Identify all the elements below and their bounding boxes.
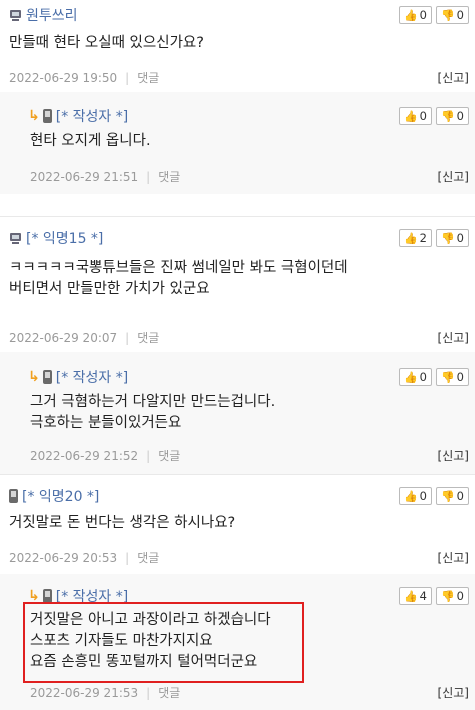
upvote-button[interactable]: 👍 0 xyxy=(398,6,432,24)
thumb-down-icon: 👎 xyxy=(440,370,455,384)
author-name[interactable]: [* 익명20 *] xyxy=(22,486,99,506)
mobile-icon xyxy=(9,489,18,503)
comment-time: 2022-06-29 21:52 xyxy=(30,448,139,463)
report-link[interactable]: [신고] xyxy=(438,69,469,86)
report-link[interactable]: [신고] xyxy=(438,168,469,185)
comment-text: 현타 오지게 옵니다. xyxy=(30,133,151,149)
thumb-down-icon: 👎 xyxy=(440,589,455,603)
comment-text: 만들때 현타 오실때 있으신가요? xyxy=(9,35,204,51)
upvote-button[interactable]: 👍 0 xyxy=(398,368,432,386)
report-link[interactable]: [신고] xyxy=(438,447,469,464)
thumb-up-icon: 👍 xyxy=(403,589,418,603)
upvote-button[interactable]: 👍 0 xyxy=(398,487,432,505)
highlight-box xyxy=(23,602,304,683)
mobile-icon xyxy=(42,589,52,603)
comment-author[interactable]: [* 익명20 *] xyxy=(9,486,99,506)
comment-author[interactable]: 원투쓰리 xyxy=(9,5,78,25)
divider: | xyxy=(146,685,151,700)
comment-meta: 2022-06-29 20:07 | 댓글 xyxy=(9,329,159,346)
comment-time: 2022-06-29 20:07 xyxy=(9,330,118,345)
pc-icon xyxy=(9,9,22,22)
thumb-down-icon: 👎 xyxy=(440,231,455,245)
vote-group: 👍 4 👎 0 xyxy=(398,587,469,605)
comment-meta: 2022-06-29 20:53 | 댓글 xyxy=(9,549,159,566)
divider: | xyxy=(125,550,130,565)
downvote-button[interactable]: 👎 0 xyxy=(435,487,469,505)
report-link[interactable]: [신고] xyxy=(438,549,469,566)
author-name[interactable]: [* 작성자 *] xyxy=(56,106,128,126)
comment-author[interactable]: [* 익명15 *] xyxy=(9,228,103,248)
vote-group: 👍 0 👎 0 xyxy=(398,6,469,24)
vote-group: 👍 0 👎 0 xyxy=(398,368,469,386)
thumb-up-icon: 👍 xyxy=(403,8,418,22)
thumb-down-icon: 👎 xyxy=(440,109,455,123)
report-link[interactable]: [신고] xyxy=(438,684,469,701)
reply-link[interactable]: 댓글 xyxy=(137,549,159,566)
downvote-button[interactable]: 👎 0 xyxy=(435,368,469,386)
upvote-button[interactable]: 👍 2 xyxy=(398,229,432,247)
vote-group: 👍 2 👎 0 xyxy=(398,229,469,247)
downvote-button[interactable]: 👎 0 xyxy=(435,107,469,125)
vote-group: 👍 0 👎 0 xyxy=(398,487,469,505)
comment-meta: 2022-06-29 21:51 | 댓글 xyxy=(30,168,180,185)
comment-time: 2022-06-29 19:50 xyxy=(9,70,118,85)
pc-icon xyxy=(9,232,22,245)
downvote-button[interactable]: 👎 0 xyxy=(435,6,469,24)
vote-group: 👍 0 👎 0 xyxy=(398,107,469,125)
thumb-up-icon: 👍 xyxy=(403,370,418,384)
author-name[interactable]: [* 작성자 *] xyxy=(56,367,128,387)
comment-meta: 2022-06-29 21:52 | 댓글 xyxy=(30,447,180,464)
thumb-down-icon: 👎 xyxy=(440,489,455,503)
comment-text: 그거 극혐하는거 다알지만 만드는겁니다. 극호하는 분들이있거든요 xyxy=(30,394,276,431)
upvote-button[interactable]: 👍 4 xyxy=(398,587,432,605)
comment-meta: 2022-06-29 19:50 | 댓글 xyxy=(9,69,159,86)
reply-link[interactable]: 댓글 xyxy=(158,684,180,701)
divider: | xyxy=(146,448,151,463)
reply-item: ↳ [* 작성자 *] 👍 0 👎 0 현타 오지게 옵니다. 2022-06-29… xyxy=(0,92,475,194)
reply-link[interactable]: 댓글 xyxy=(158,447,180,464)
mobile-icon xyxy=(42,370,52,384)
downvote-button[interactable]: 👎 0 xyxy=(435,229,469,247)
upvote-button[interactable]: 👍 0 xyxy=(398,107,432,125)
comment-item: [* 익명15 *] 👍 2 👎 0 ㅋㅋㅋㅋㅋ국뽕튜브들은 진짜 썸네일만 봐도 … xyxy=(0,216,475,352)
reply-link[interactable]: 댓글 xyxy=(137,329,159,346)
comment-meta: 2022-06-29 21:53 | 댓글 xyxy=(30,684,180,701)
comment-time: 2022-06-29 20:53 xyxy=(9,550,118,565)
comment-text: ㅋㅋㅋㅋㅋ국뽕튜브들은 진짜 썸네일만 봐도 극혐이던데 버티면서 만들만한 가… xyxy=(9,260,348,297)
reply-item: ↳ [* 작성자 *] 👍 0 👎 0 그거 극혐하는거 다알지만 만드는겁니다. … xyxy=(0,352,475,474)
reply-link[interactable]: 댓글 xyxy=(158,168,180,185)
divider: | xyxy=(146,169,151,184)
comment-item: 원투쓰리 👍 0 👎 0 만들때 현타 오실때 있으신가요? 2022-06-29 … xyxy=(0,0,475,92)
comment-author[interactable]: ↳ [* 작성자 *] xyxy=(28,367,128,387)
author-name[interactable]: 원투쓰리 xyxy=(26,5,78,25)
downvote-button[interactable]: 👎 0 xyxy=(435,587,469,605)
divider: | xyxy=(125,70,130,85)
comment-item: [* 익명20 *] 👍 0 👎 0 거짓말로 돈 번다는 생각은 하시나요? 20… xyxy=(0,474,475,574)
mobile-icon xyxy=(42,109,52,123)
comment-time: 2022-06-29 21:53 xyxy=(30,685,139,700)
author-name[interactable]: [* 익명15 *] xyxy=(26,228,103,248)
reply-arrow-icon: ↳ xyxy=(28,369,40,385)
comment-author[interactable]: ↳ [* 작성자 *] xyxy=(28,106,128,126)
thumb-up-icon: 👍 xyxy=(403,109,418,123)
reply-link[interactable]: 댓글 xyxy=(137,69,159,86)
report-link[interactable]: [신고] xyxy=(438,329,469,346)
thumb-up-icon: 👍 xyxy=(403,231,418,245)
divider: | xyxy=(125,330,130,345)
reply-arrow-icon: ↳ xyxy=(28,108,40,124)
thumb-down-icon: 👎 xyxy=(440,8,455,22)
comment-text: 거짓말로 돈 번다는 생각은 하시나요? xyxy=(9,515,236,531)
comment-time: 2022-06-29 21:51 xyxy=(30,169,139,184)
thumb-up-icon: 👍 xyxy=(403,489,418,503)
